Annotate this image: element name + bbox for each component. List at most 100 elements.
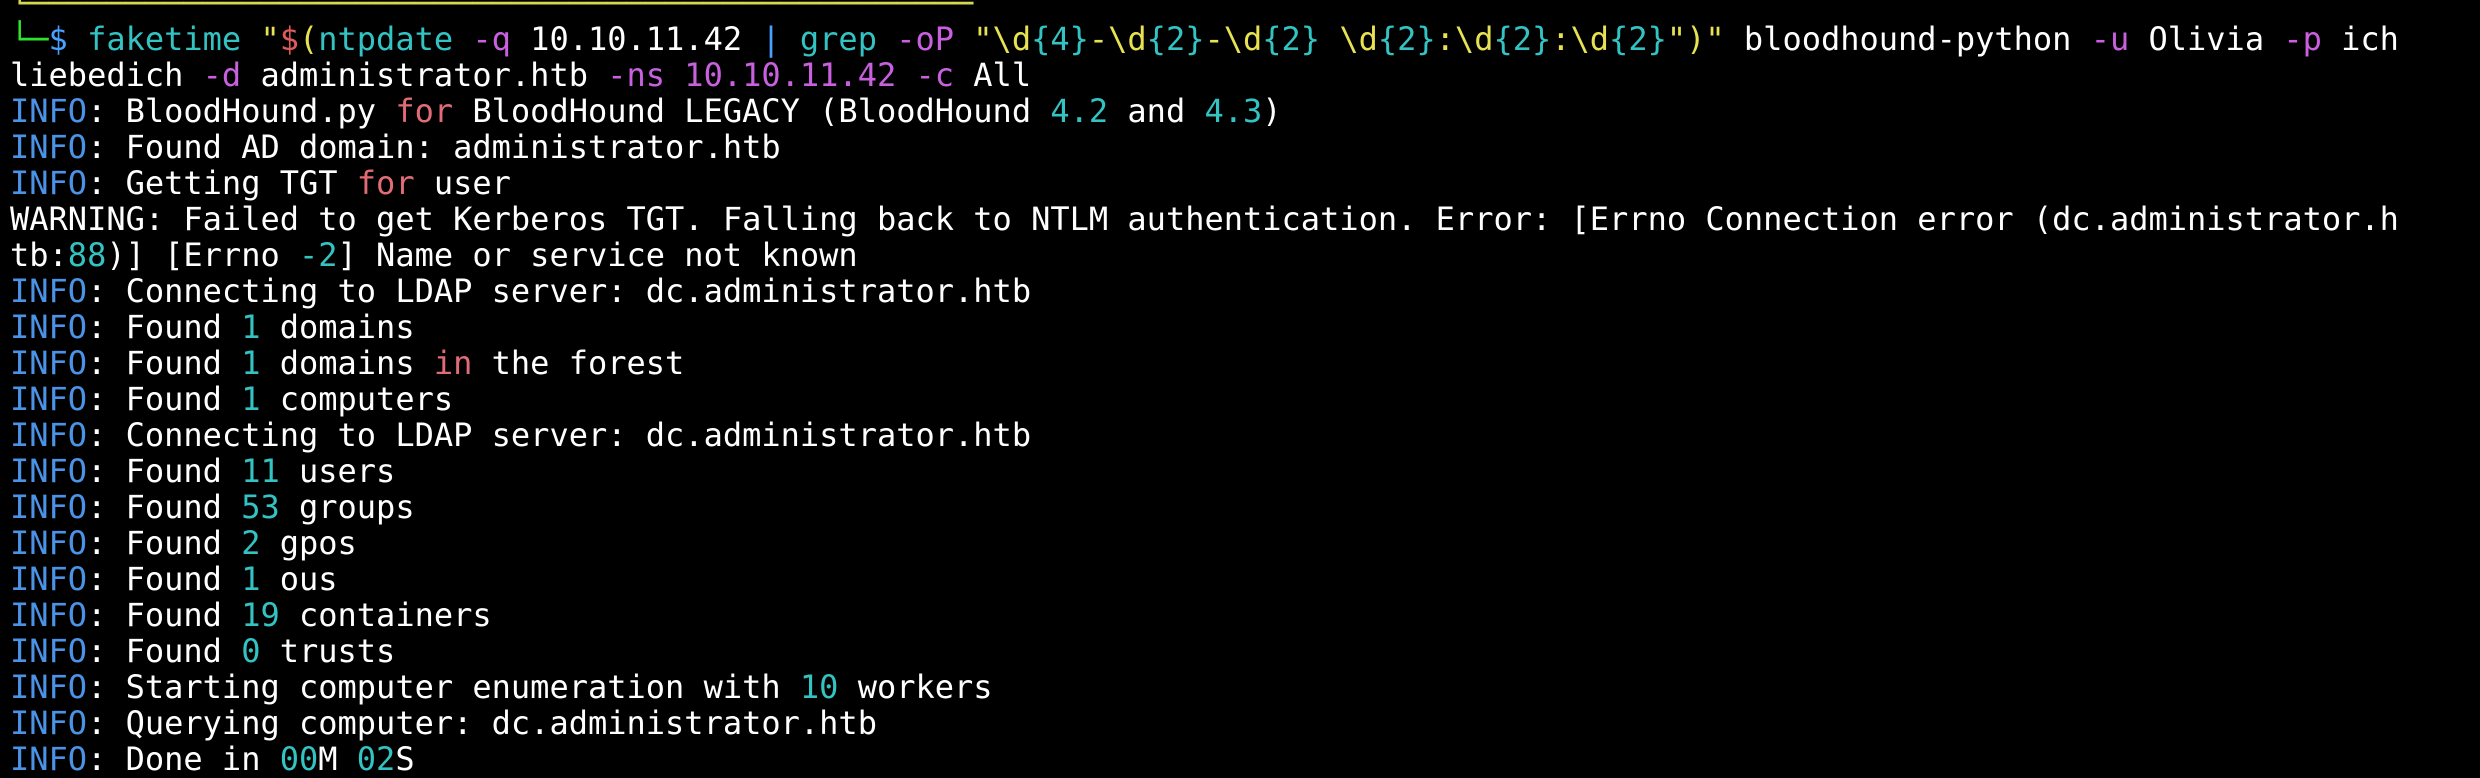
terminal-text-segment: ntpdate (318, 20, 473, 58)
terminal-line-log: INFO: Found 0 trusts (10, 633, 2470, 669)
terminal-line-partial-top: └───────────────────────────────────────… (10, 0, 2470, 21)
terminal-text-segment: ) (1262, 92, 1282, 130)
terminal-text-segment: grep (780, 20, 897, 58)
terminal-text-segment: and (1108, 92, 1205, 130)
terminal-line-log: INFO: Found 1 computers (10, 381, 2470, 417)
terminal-text-segment: | (761, 20, 781, 58)
terminal-line-log: INFO: Getting TGT for user (10, 165, 2470, 201)
terminal-text-segment: : Starting computer enumeration with (87, 668, 800, 706)
terminal-line-log: INFO: Found 11 users (10, 453, 2470, 489)
terminal-text-segment: 11 (241, 452, 280, 490)
terminal-text-segment: : Connecting to LDAP server: dc.administ… (87, 416, 1032, 454)
terminal-text-segment: : Found (87, 560, 242, 598)
terminal-text-segment: users (279, 452, 396, 490)
terminal-text-segment: : Found (87, 308, 242, 346)
terminal-text-segment: : Found (87, 344, 242, 382)
terminal-text-segment: 4.3 (1204, 92, 1263, 130)
terminal-text-segment: 19 (241, 596, 280, 634)
terminal-text-segment: 1 (241, 344, 261, 382)
terminal-text-segment: INFO (10, 272, 88, 310)
terminal-text-segment: workers (838, 668, 993, 706)
terminal-text-segment: :\d (1435, 20, 1494, 58)
terminal-text-segment: -\d (1204, 20, 1263, 58)
terminal-text-segment: -oP (896, 20, 955, 58)
terminal-text-segment: {2} (1609, 20, 1667, 58)
terminal-text-segment: liebedich (10, 56, 203, 94)
terminal-text-segment: 00 (279, 740, 319, 778)
terminal-text-segment: INFO (10, 164, 88, 202)
terminal-text-segment: Olivia (2129, 20, 2284, 58)
terminal-text-segment: 02 (356, 740, 396, 778)
terminal-text-segment: {4} (1031, 20, 1089, 58)
terminal-text-segment: : Found (87, 380, 242, 418)
terminal-text-segment: {2} (1262, 20, 1321, 58)
terminal-line-command: └─$ faketime "$(ntpdate -q 10.10.11.42 |… (10, 21, 2470, 57)
terminal-text-segment: ( (298, 20, 319, 58)
terminal-text-segment: " (260, 20, 280, 58)
terminal-text-segment: domains (260, 308, 415, 346)
terminal-line-log: INFO: Found 19 containers (10, 597, 2470, 633)
terminal-text-segment: bloodhound-python (1724, 20, 2091, 58)
terminal-text-segment: gpos (260, 524, 357, 562)
terminal-text-segment: containers (279, 596, 492, 634)
terminal-text-segment: -d (202, 56, 242, 94)
terminal-line-log: INFO: Found 1 domains in the forest (10, 345, 2470, 381)
terminal-text-segment: INFO (10, 308, 88, 346)
terminal-text-segment: administrator.htb (241, 56, 608, 94)
terminal-text-segment: : Found (87, 524, 242, 562)
terminal-line-log: INFO: Found 53 groups (10, 489, 2470, 525)
terminal-line-log: INFO: Starting computer enumeration with… (10, 669, 2470, 705)
terminal-text-segment: {2} (1493, 20, 1552, 58)
terminal-text-segment: 10.10.11.42 (510, 20, 762, 58)
terminal-text-segment: : BloodHound.py (87, 92, 396, 130)
terminal-line-log: INFO: Connecting to LDAP server: dc.admi… (10, 273, 2470, 309)
terminal-text-segment: INFO (10, 560, 88, 598)
terminal-text-segment: 10 (799, 668, 839, 706)
terminal-text-segment: "\d (954, 20, 1032, 58)
terminal-text-segment: : Connecting to LDAP server: dc.administ… (87, 272, 1032, 310)
terminal-text-segment: : Found (87, 452, 242, 490)
terminal-text-segment: 53 (241, 488, 280, 526)
terminal-text-segment: -\d (1088, 20, 1147, 58)
terminal-text-segment: : Getting TGT (87, 164, 357, 202)
terminal-text-segment: :\d (1551, 20, 1610, 58)
terminal-text-segment: {2} (1146, 20, 1205, 58)
terminal-text-segment: INFO (10, 488, 88, 526)
terminal-text-segment: ] Name or service not known (337, 236, 858, 274)
terminal-text-segment: INFO (10, 524, 88, 562)
terminal-text-segment: BloodHound LEGACY (BloodHound (453, 92, 1051, 130)
terminal-line-log-wrap: tb:88)] [Errno -2] Name or service not k… (10, 237, 2470, 273)
terminal-text-segment: -2 (298, 236, 338, 274)
terminal-text-segment: INFO (10, 740, 88, 778)
terminal-output[interactable]: └───────────────────────────────────────… (10, 0, 2470, 777)
terminal-text-segment: trusts (260, 632, 396, 670)
terminal-text-segment: -u (2090, 20, 2130, 58)
terminal-text-segment: ous (260, 560, 338, 598)
terminal-text-segment: INFO (10, 704, 88, 742)
terminal-text-segment: INFO (10, 92, 88, 130)
terminal-text-segment: -p (2283, 20, 2322, 58)
terminal-line-log: INFO: Connecting to LDAP server: dc.admi… (10, 417, 2470, 453)
terminal-text-segment: ")" (1666, 20, 1725, 58)
terminal-text-segment: $ (48, 20, 68, 58)
terminal-text-segment: 1 (241, 560, 261, 598)
terminal-text-segment: └───────────────────────────────────────… (10, 0, 974, 22)
terminal-line-log: INFO: Found AD domain: administrator.htb (10, 129, 2470, 165)
terminal-text-segment: : Found (87, 488, 242, 526)
terminal-text-segment: tb: (10, 236, 68, 274)
terminal-text-segment: : Querying computer: dc.administrator.ht… (87, 704, 877, 742)
terminal-text-segment: for (395, 92, 454, 130)
terminal-text-segment: All (954, 56, 1032, 94)
terminal-text-segment: groups (279, 488, 415, 526)
terminal-text-segment: WARNING: Failed to get Kerberos TGT. Fal… (10, 200, 2399, 238)
terminal-text-segment: domains (260, 344, 434, 382)
terminal-text-segment: 88 (67, 236, 107, 274)
terminal-line-log: INFO: BloodHound.py for BloodHound LEGAC… (10, 93, 2470, 129)
terminal-text-segment: -ns (607, 56, 666, 94)
terminal-text-segment: └─ (10, 20, 49, 58)
terminal-text-segment: INFO (10, 596, 88, 634)
terminal-text-segment: {2} (1377, 20, 1436, 58)
terminal-text-segment: INFO (10, 344, 88, 382)
terminal-text-segment: $ (279, 20, 299, 58)
terminal-text-segment: M (318, 740, 357, 778)
